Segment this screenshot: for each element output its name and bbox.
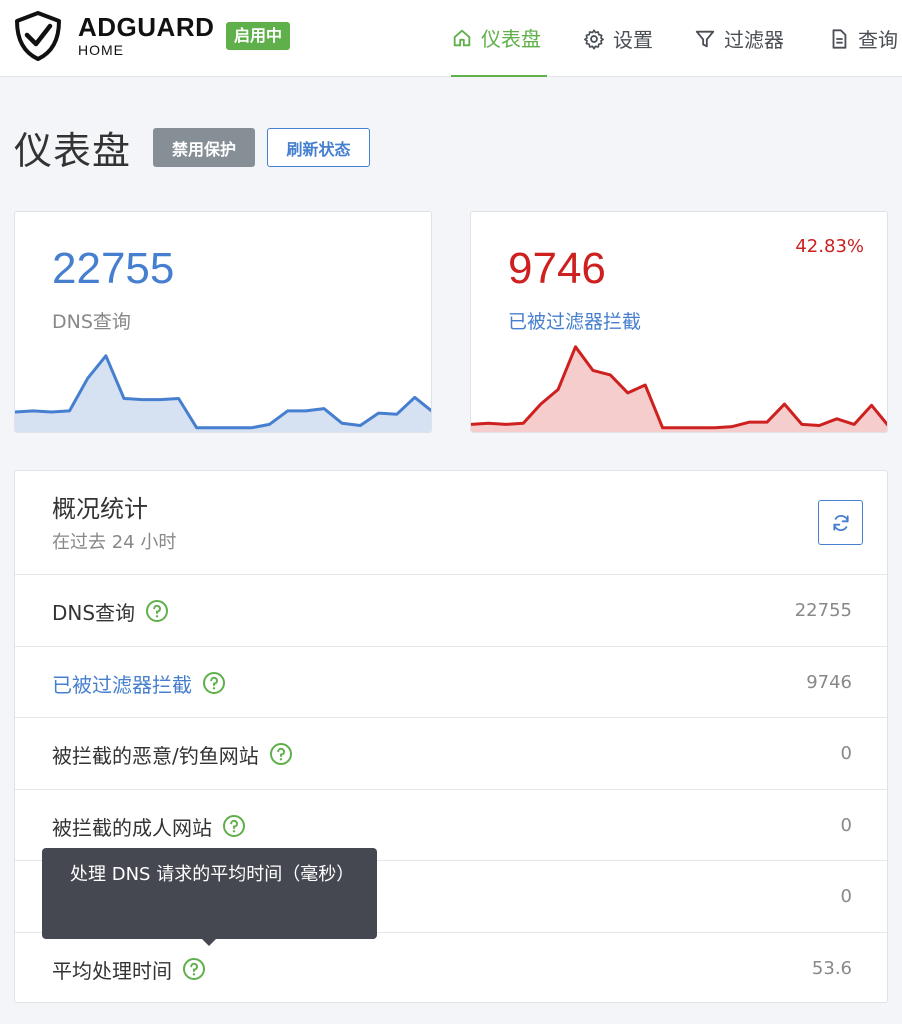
help-circle-icon[interactable] xyxy=(222,814,246,838)
blocked-percentage: 42.83% xyxy=(795,236,864,257)
nav-settings[interactable]: 设置 xyxy=(583,0,653,77)
disable-protection-button[interactable]: 禁用保护 xyxy=(153,128,255,167)
stat-row-label: DNS查询 xyxy=(52,575,169,647)
stat-row-value: 9746 xyxy=(806,672,852,693)
home-icon xyxy=(453,29,471,46)
help-circle-icon[interactable] xyxy=(145,599,169,623)
top-navbar: ADGUARD HOME 启用中 仪表盘 设置 过滤器 查询 xyxy=(0,0,902,77)
help-circle-icon[interactable] xyxy=(202,671,226,695)
stat-row-avg-processing-time: 平均处理时间 53.6 xyxy=(15,932,887,1002)
stat-label-text: 已被过滤器拦截 xyxy=(52,672,192,697)
brand-name: ADGUARD xyxy=(78,12,215,42)
stat-row-label: 平均处理时间 xyxy=(52,933,206,1002)
stat-label-text: 被拦截的恶意/钓鱼网站 xyxy=(52,743,259,768)
blocked-count: 9746 xyxy=(508,244,606,293)
stat-row-value: 0 xyxy=(840,886,852,907)
dns-queries-count: 22755 xyxy=(52,244,175,293)
nav-filters[interactable]: 过滤器 xyxy=(694,0,784,77)
stat-row-label[interactable]: 已被过滤器拦截 xyxy=(52,647,226,719)
adguard-shield-logo[interactable] xyxy=(13,11,63,61)
statistics-title: 概况统计 xyxy=(52,495,148,523)
nav-settings-label: 设置 xyxy=(613,28,653,52)
brand[interactable]: ADGUARD HOME xyxy=(78,14,214,57)
dns-queries-card: 22755 DNS查询 xyxy=(14,211,432,433)
help-circle-icon[interactable] xyxy=(269,742,293,766)
filter-icon xyxy=(695,30,715,47)
stat-row-malware-phishing: 被拦截的恶意/钓鱼网站 0 xyxy=(15,717,887,790)
nav-dashboard-label: 仪表盘 xyxy=(481,27,541,51)
brand-subtitle: HOME xyxy=(78,42,124,58)
gear-icon xyxy=(584,28,604,49)
stat-row-value: 53.6 xyxy=(811,958,852,979)
stat-label-text: DNS查询 xyxy=(52,600,136,625)
help-tooltip: 处理 DNS 请求的平均时间（毫秒） xyxy=(42,848,377,939)
stat-row-blocked: 已被过滤器拦截 9746 xyxy=(15,646,887,719)
document-icon xyxy=(832,28,847,49)
nav-dashboard[interactable]: 仪表盘 xyxy=(451,0,547,77)
page-title: 仪表盘 xyxy=(14,129,132,173)
refresh-status-button[interactable]: 刷新状态 xyxy=(267,128,370,167)
nav-filters-label: 过滤器 xyxy=(724,28,784,52)
stat-row-value: 22755 xyxy=(794,600,852,621)
stat-row-label: 被拦截的恶意/钓鱼网站 xyxy=(52,718,293,790)
dns-queries-sparkline xyxy=(15,354,431,432)
stat-row-value: 0 xyxy=(840,815,852,836)
stat-row-value: 0 xyxy=(840,743,852,764)
help-circle-icon[interactable] xyxy=(182,957,206,981)
stat-row-dns-queries: DNS查询 22755 xyxy=(15,574,887,647)
nav-query-log[interactable]: 查询 xyxy=(828,0,898,77)
stat-label-text: 被拦截的成人网站 xyxy=(52,815,212,840)
refresh-statistics-button[interactable] xyxy=(818,500,863,545)
tooltip-arrow xyxy=(201,938,217,946)
nav-query-log-label: 查询 xyxy=(858,28,898,52)
statistics-subtitle: 在过去 24 小时 xyxy=(52,532,177,553)
blocked-sparkline xyxy=(471,345,887,432)
protection-status-badge: 启用中 xyxy=(226,22,291,50)
blocked-by-filters-card: 42.83% 9746 已被过滤器拦截 xyxy=(470,211,888,433)
refresh-icon xyxy=(832,514,849,531)
stat-label-text: 平均处理时间 xyxy=(52,958,172,983)
